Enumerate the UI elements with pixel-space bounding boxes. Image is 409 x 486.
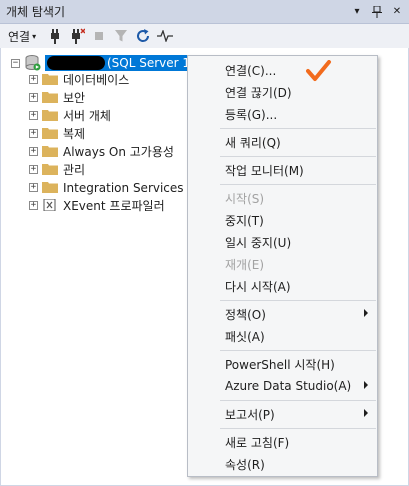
expand-icon[interactable]: +	[29, 200, 38, 210]
menu-separator	[220, 400, 376, 401]
object-explorer-toolbar: 연결 ▾	[0, 24, 409, 48]
server-context-menu: 연결(C)... 연결 끊기(D) 등록(G)... 새 쿼리(Q) 작업 모니…	[187, 55, 378, 477]
window-position-dropdown-icon[interactable]: ▾	[349, 4, 365, 20]
menu-separator	[220, 350, 376, 351]
chevron-down-icon: ▾	[32, 31, 37, 41]
menu-separator	[220, 156, 376, 157]
expand-icon[interactable]: +	[29, 164, 38, 174]
tree-node-label: Always On 고가용성	[63, 144, 174, 159]
redacted-server-name	[47, 56, 105, 71]
stop-icon[interactable]	[90, 26, 108, 46]
server-icon	[25, 55, 41, 71]
tree-node-label: XEvent 프로파일러	[63, 198, 165, 213]
folder-icon	[42, 128, 58, 139]
menu-separator	[220, 184, 376, 185]
tree-node-security[interactable]: + 보안	[29, 88, 85, 106]
connect-dropdown-button[interactable]: 연결 ▾	[4, 26, 42, 46]
tree-node-integration-services[interactable]: + Integration Services 카	[29, 178, 198, 196]
folder-icon	[42, 110, 58, 121]
menu-item-resume: 재개(E)	[225, 257, 265, 272]
tree-node-always-on[interactable]: + Always On 고가용성	[29, 142, 174, 160]
tree-node-management[interactable]: + 관리	[29, 160, 85, 178]
tree-node-label: 복제	[63, 126, 86, 141]
folder-icon	[42, 92, 58, 103]
menu-item-facets[interactable]: 패싯(A)	[189, 325, 376, 347]
tree-node-server-objects[interactable]: + 서버 개체	[29, 106, 111, 124]
menu-separator	[220, 428, 376, 429]
menu-item-connect[interactable]: 연결(C)...	[189, 59, 376, 81]
tree-node-label: Integration Services 카	[63, 180, 199, 195]
menu-item-azure-data-studio[interactable]: Azure Data Studio(A)	[189, 375, 376, 397]
expand-icon[interactable]: +	[29, 128, 38, 138]
menu-separator	[220, 300, 376, 301]
menu-item-reports-label: 보고서(P)	[225, 407, 275, 422]
folder-icon	[42, 146, 58, 157]
connect-plug-icon[interactable]	[46, 26, 64, 46]
expand-icon[interactable]: +	[29, 110, 38, 120]
menu-item-pause[interactable]: 일시 중지(U)	[189, 231, 376, 253]
menu-item-disconnect[interactable]: 연결 끊기(D)	[189, 81, 376, 103]
xevent-icon	[43, 199, 56, 211]
tree-node-label: 보안	[63, 90, 86, 105]
folder-icon	[42, 164, 58, 175]
menu-item-azure-data-studio-label: Azure Data Studio(A)	[225, 379, 352, 393]
refresh-icon[interactable]	[134, 26, 152, 46]
menu-item-new-query[interactable]: 새 쿼리(Q)	[189, 131, 376, 153]
menu-item-reports[interactable]: 보고서(P)	[189, 403, 376, 425]
submenu-arrow-icon	[364, 381, 368, 389]
orange-checkmark-annotation	[306, 60, 331, 81]
menu-item-properties[interactable]: 속성(R)	[189, 453, 376, 475]
submenu-arrow-icon	[364, 409, 368, 417]
tree-node-label: 관리	[63, 162, 86, 177]
menu-item-restart[interactable]: 다시 시작(A)	[189, 275, 376, 297]
expand-icon[interactable]: +	[29, 92, 38, 102]
menu-item-refresh[interactable]: 새로 고침(F)	[189, 431, 376, 453]
tree-node-label: 서버 개체	[63, 108, 111, 123]
activity-monitor-icon[interactable]	[156, 26, 174, 46]
expand-icon[interactable]: +	[29, 146, 38, 156]
connect-label: 연결	[8, 29, 31, 44]
panel-title: 개체 탐색기	[6, 5, 66, 19]
expand-icon[interactable]: +	[29, 182, 38, 192]
tree-node-label: 데이터베이스	[63, 72, 130, 87]
filter-icon[interactable]	[112, 26, 130, 46]
close-icon[interactable]: ✕	[389, 4, 405, 20]
folder-icon	[42, 182, 58, 193]
expand-icon[interactable]: +	[29, 74, 38, 84]
tree-node-xevent-profiler[interactable]: + XEvent 프로파일러	[29, 196, 165, 214]
menu-item-stop[interactable]: 중지(T)	[189, 209, 376, 231]
menu-item-policies-label: 정책(O)	[225, 307, 266, 322]
menu-item-register[interactable]: 등록(G)...	[189, 103, 376, 125]
menu-item-activity-monitor[interactable]: 작업 모니터(M)	[189, 159, 376, 181]
menu-item-start-powershell[interactable]: PowerShell 시작(H)	[189, 353, 376, 375]
auto-hide-pin-icon[interactable]	[369, 4, 385, 20]
folder-icon	[42, 74, 58, 85]
menu-separator	[220, 128, 376, 129]
submenu-arrow-icon	[364, 309, 368, 317]
disconnect-plug-icon[interactable]	[68, 26, 86, 46]
tree-node-replication[interactable]: + 복제	[29, 124, 85, 142]
collapse-icon[interactable]: −	[11, 58, 20, 68]
tree-node-databases[interactable]: + 데이터베이스	[29, 70, 129, 88]
object-explorer-title-bar: 개체 탐색기 ▾ ✕	[0, 0, 409, 24]
menu-item-start: 시작(S)	[225, 191, 265, 206]
menu-item-policies[interactable]: 정책(O)	[189, 303, 376, 325]
